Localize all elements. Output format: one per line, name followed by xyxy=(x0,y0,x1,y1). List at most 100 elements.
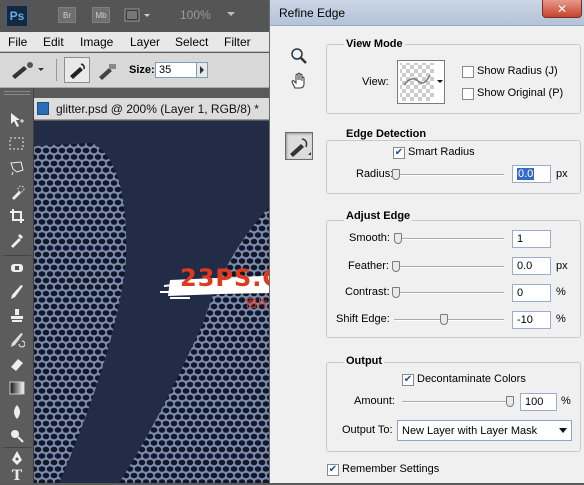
crop-tool-icon[interactable] xyxy=(8,207,26,225)
refine-edge-dialog: Refine Edge ✕ View Mode View: Show Radiu… xyxy=(269,0,584,483)
menu-file[interactable]: File xyxy=(8,35,27,49)
output-to-label: Output To: xyxy=(342,424,393,436)
show-radius-label: Show Radius (J) xyxy=(477,65,558,77)
move-tool-icon[interactable] xyxy=(8,111,26,129)
bridge-button[interactable]: Br xyxy=(58,7,76,23)
shift-edge-unit: % xyxy=(556,313,566,325)
checkmark-icon: ✔ xyxy=(328,464,338,475)
checkmark-icon: ✔ xyxy=(394,147,404,158)
radius-value: 0.0 xyxy=(517,168,535,180)
menu-filter[interactable]: Filter xyxy=(224,35,251,49)
edge-detection-heading: Edge Detection xyxy=(344,128,429,140)
dodge-tool-icon[interactable] xyxy=(8,427,26,445)
refine-radius-brush-icon xyxy=(70,63,85,79)
radius-slider-track[interactable] xyxy=(394,174,504,176)
brush-tool-icon[interactable] xyxy=(8,283,26,301)
menu-edit[interactable]: Edit xyxy=(43,35,64,49)
zoom-dropdown-icon[interactable] xyxy=(226,9,236,19)
tools-divider xyxy=(3,255,31,256)
decontaminate-colors-checkbox[interactable]: ✔ xyxy=(402,374,414,386)
shift-edge-label: Shift Edge: xyxy=(336,313,390,325)
marquee-tool-icon[interactable] xyxy=(8,135,26,153)
options-divider xyxy=(56,59,57,81)
shift-edge-input[interactable]: -10 xyxy=(512,311,551,329)
size-input[interactable]: 35 xyxy=(155,62,197,78)
shift-edge-slider-track[interactable] xyxy=(394,319,504,321)
smart-radius-label: Smart Radius xyxy=(408,146,475,158)
type-tool-icon[interactable]: T xyxy=(8,467,26,485)
amount-input[interactable]: 100 xyxy=(520,393,557,411)
view-mode-heading: View Mode xyxy=(344,38,405,50)
eraser-tool-icon[interactable] xyxy=(8,355,26,373)
size-dropdown-button[interactable] xyxy=(196,62,208,78)
output-heading: Output xyxy=(344,355,385,367)
tool-preset-picker[interactable] xyxy=(6,60,46,80)
tools-panel: T xyxy=(0,89,34,485)
hand-icon xyxy=(291,72,305,89)
eyedropper-tool-icon[interactable] xyxy=(8,231,26,249)
shift-edge-slider-thumb[interactable] xyxy=(440,314,448,325)
options-bar: Size: 35 xyxy=(0,53,270,88)
show-original-checkbox[interactable] xyxy=(462,88,474,100)
refine-radius-tool-button[interactable] xyxy=(285,132,313,160)
contrast-input[interactable]: 0 xyxy=(512,284,551,302)
zoom-level[interactable]: 100% xyxy=(180,8,211,22)
glitter-shape-left xyxy=(34,143,127,483)
view-label: View: xyxy=(362,76,389,88)
show-radius-checkbox[interactable] xyxy=(462,66,474,78)
history-brush-tool-icon[interactable] xyxy=(8,331,26,349)
gradient-tool-icon[interactable] xyxy=(8,379,26,397)
decontaminate-colors-label: Decontaminate Colors xyxy=(417,373,526,385)
contrast-slider-track[interactable] xyxy=(394,292,504,294)
smooth-slider-track[interactable] xyxy=(394,238,504,240)
radius-slider-thumb[interactable] xyxy=(392,169,400,180)
menu-layer[interactable]: Layer xyxy=(130,35,160,49)
screen-mode-icon[interactable] xyxy=(124,6,152,24)
smart-radius-checkbox[interactable]: ✔ xyxy=(393,147,405,159)
photoshop-logo: Ps xyxy=(6,5,28,27)
feather-slider-thumb[interactable] xyxy=(392,261,400,272)
refine-brush-icon xyxy=(290,138,311,157)
pen-tool-icon[interactable] xyxy=(8,449,26,467)
smooth-slider-thumb[interactable] xyxy=(394,233,402,244)
remember-settings-label: Remember Settings xyxy=(342,463,440,475)
amount-unit: % xyxy=(561,395,571,407)
radius-unit: px xyxy=(556,168,568,180)
smooth-input[interactable]: 1 xyxy=(512,230,551,248)
feather-slider-track[interactable] xyxy=(394,266,504,268)
erase-refinements-tool-icon[interactable] xyxy=(96,61,118,81)
contrast-slider-thumb[interactable] xyxy=(392,287,400,298)
mini-bridge-button[interactable]: Mb xyxy=(92,7,110,23)
spot-healing-tool-icon[interactable] xyxy=(8,259,26,277)
quick-selection-tool-icon[interactable] xyxy=(8,183,26,201)
application-bar: Ps Br Mb 100% xyxy=(0,0,270,32)
dialog-titlebar[interactable]: Refine Edge xyxy=(270,0,584,26)
view-mode-picker[interactable] xyxy=(397,60,445,104)
remember-settings-checkbox[interactable]: ✔ xyxy=(327,464,339,476)
amount-slider-thumb[interactable] xyxy=(506,396,514,407)
output-to-value: New Layer with Layer Mask xyxy=(402,425,538,437)
menu-image[interactable]: Image xyxy=(80,35,113,49)
contrast-label: Contrast: xyxy=(345,286,390,298)
clone-stamp-tool-icon[interactable] xyxy=(8,307,26,325)
close-button[interactable]: ✕ xyxy=(542,0,582,18)
zoom-tool-button[interactable] xyxy=(284,43,314,69)
adjust-edge-heading: Adjust Edge xyxy=(344,210,413,222)
tools-divider-2 xyxy=(3,447,31,448)
radius-input[interactable]: 0.0 xyxy=(512,165,551,183)
blur-tool-icon[interactable] xyxy=(8,403,26,421)
menu-select[interactable]: Select xyxy=(175,35,208,49)
feather-unit: px xyxy=(556,260,568,272)
lasso-tool-icon[interactable] xyxy=(8,159,26,177)
radius-label: Radius: xyxy=(356,168,394,180)
tools-panel-grip[interactable] xyxy=(4,91,30,95)
document-tab[interactable]: glitter.psd @ 200% (Layer 1, RGB/8) * xyxy=(34,98,270,120)
feather-input[interactable]: 0.0 xyxy=(512,257,551,275)
show-original-label: Show Original (P) xyxy=(477,87,564,99)
output-to-select[interactable]: New Layer with Layer Mask xyxy=(397,420,572,441)
amount-slider-track[interactable] xyxy=(402,401,512,403)
magnifier-icon xyxy=(291,48,307,64)
hand-tool-button[interactable] xyxy=(284,68,314,94)
chevron-down-icon xyxy=(559,428,567,433)
refine-radius-tool-button[interactable] xyxy=(64,57,90,83)
